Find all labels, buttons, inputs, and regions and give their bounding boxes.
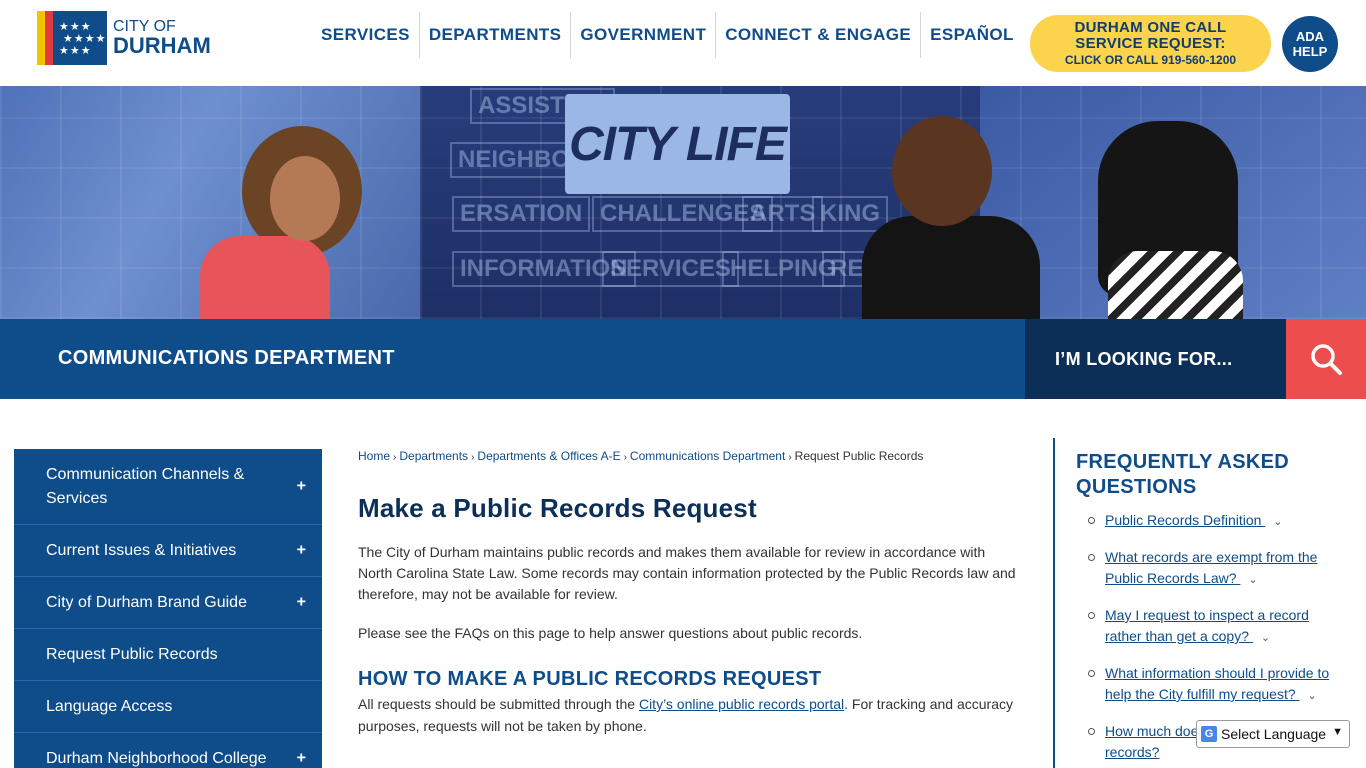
breadcrumb-current: Request Public Records (794, 449, 924, 463)
how-to-heading: HOW TO MAKE A PUBLIC RECORDS REQUEST (358, 668, 822, 690)
sidebar-item-label: Language Access (46, 697, 173, 715)
breadcrumb-departments[interactable]: Departments (399, 449, 468, 463)
nav-departments[interactable]: DEPARTMENTS (420, 12, 572, 58)
site-header: ★★★ ★★★★ ★★★ CITY OF DURHAM SERVICES DEP… (0, 0, 1366, 86)
person-guest1-body (862, 216, 1040, 319)
person-host-body (200, 236, 330, 319)
logo-wordmark: CITY OF DURHAM (113, 19, 211, 57)
nav-connect-engage[interactable]: CONNECT & ENGAGE (716, 12, 922, 58)
onecall-line1: DURHAM ONE CALL (1074, 18, 1227, 36)
department-title: COMMUNICATIONS DEPARTMENT (58, 347, 395, 369)
faq-link-information[interactable]: What information should I provide to hel… (1105, 665, 1329, 702)
how-to-paragraph: All requests should be submitted through… (358, 693, 1018, 737)
logo-line2: DURHAM (113, 33, 211, 58)
faq-item: What information should I provide to hel… (1076, 663, 1346, 707)
search-button[interactable] (1286, 319, 1366, 399)
breadcrumb: Home › Departments › Departments & Offices A… (358, 449, 1018, 463)
stars-icon: ★★★ ★★★★ ★★★ (59, 21, 107, 57)
ada-line2: HELP (1292, 44, 1328, 59)
faq-item: What records are exempt from the Public … (1076, 547, 1346, 591)
dropdown-arrow-icon: ▼ (1332, 726, 1343, 738)
faq-link-inspect[interactable]: May I request to inspect a record rather… (1105, 607, 1309, 644)
search-input[interactable]: I’M LOOKING FOR... (1025, 319, 1286, 399)
faq-item: Public Records Definition ⌄ (1076, 510, 1346, 533)
expand-plus-icon[interactable]: + (297, 749, 306, 767)
expand-plus-icon[interactable]: + (297, 474, 306, 498)
sidebar-item-neighborhood-college[interactable]: Durham Neighborhood College + (14, 733, 322, 768)
sidebar-item-label: Communication Channels & Services (46, 465, 245, 507)
ada-help-button[interactable]: ADA HELP (1282, 16, 1338, 72)
person-guest2-shirt (1108, 251, 1243, 319)
breadcrumb-separator: › (788, 452, 792, 463)
faq-link-definition[interactable]: Public Records Definition (1105, 512, 1265, 528)
sidebar-item-label: Request Public Records (46, 645, 218, 663)
sidebar-item-label: City of Durham Brand Guide (46, 593, 247, 611)
breadcrumb-separator: › (623, 452, 627, 463)
chevron-down-icon[interactable]: ⌄ (1308, 686, 1317, 707)
faq-heading: FREQUENTLY ASKED QUESTIONS (1076, 451, 1289, 498)
public-records-portal-link[interactable]: City’s online public records portal (639, 696, 844, 712)
chevron-down-icon[interactable]: ⌄ (1248, 570, 1257, 591)
faq-note-paragraph: Please see the FAQs on this page to help… (358, 625, 863, 641)
sidebar-item-current-issues[interactable]: Current Issues & Initiatives + (14, 525, 322, 577)
chevron-down-icon[interactable]: ⌄ (1261, 628, 1270, 649)
banner-tile: ERSATION (452, 196, 591, 232)
ada-line1: ADA (1295, 29, 1325, 44)
select-language-dropdown[interactable]: G Select Language ▼ (1196, 720, 1350, 748)
select-language-label: Select Language (1221, 726, 1327, 742)
search-icon (1311, 344, 1342, 375)
onecall-line3: CLICK OR CALL 919-560-1200 (1064, 52, 1237, 67)
sidebar-item-brand-guide[interactable]: City of Durham Brand Guide + (14, 577, 322, 629)
durham-flag-icon: ★★★ ★★★★ ★★★ (37, 11, 107, 65)
sidebar-item-language-access[interactable]: Language Access (14, 681, 322, 733)
main-nav: SERVICES DEPARTMENTS GOVERNMENT CONNECT … (312, 12, 1023, 58)
nav-government[interactable]: GOVERNMENT (571, 12, 717, 58)
person-host-face (270, 156, 340, 241)
city-life-text: CITY LIFE (569, 117, 787, 171)
durham-one-call-button[interactable]: DURHAM ONE CALL SERVICE REQUEST: CLICK O… (1030, 15, 1271, 72)
faq-item: May I request to inspect a record rather… (1076, 605, 1346, 649)
department-title-bar: COMMUNICATIONS DEPARTMENT (0, 319, 1025, 399)
sidebar-item-request-public-records[interactable]: Request Public Records (14, 629, 322, 681)
nav-services[interactable]: SERVICES (312, 12, 420, 58)
google-translate-icon: G (1201, 726, 1217, 742)
breadcrumb-departments-a-e[interactable]: Departments & Offices A-E (477, 449, 620, 463)
city-logo[interactable]: ★★★ ★★★★ ★★★ CITY OF DURHAM (37, 10, 217, 66)
page-title: Make a Public Records Request (358, 493, 757, 523)
content-divider (1053, 438, 1055, 768)
sidebar-item-label: Current Issues & Initiatives (46, 541, 237, 559)
main-content: Home › Departments › Departments & Offices A… (358, 449, 1018, 737)
person-guest1-face (892, 116, 992, 226)
chevron-down-icon[interactable]: ⌄ (1273, 512, 1282, 533)
faq-link-exempt[interactable]: What records are exempt from the Public … (1105, 549, 1317, 586)
intro-paragraph: The City of Durham maintains public reco… (358, 544, 1016, 602)
sidebar-nav: Communication Channels & Services + Curr… (14, 449, 322, 768)
banner-tile: KING (812, 196, 888, 232)
sidebar-item-communication-channels[interactable]: Communication Channels & Services + (14, 449, 322, 525)
breadcrumb-home[interactable]: Home (358, 449, 390, 463)
expand-plus-icon[interactable]: + (297, 593, 306, 611)
breadcrumb-separator: › (393, 452, 397, 463)
nav-espanol[interactable]: ESPAÑOL (921, 12, 1023, 58)
sidebar-item-label: Durham Neighborhood College (46, 749, 267, 767)
city-life-bubble: CITY LIFE (565, 94, 790, 194)
onecall-line2: SERVICE REQUEST: (1075, 34, 1226, 52)
hero-banner-image: ASSISTING NEIGHBORH ERSATION CHALLENGES … (0, 86, 1366, 319)
breadcrumb-communications[interactable]: Communications Department (630, 449, 785, 463)
breadcrumb-separator: › (471, 452, 475, 463)
expand-plus-icon[interactable]: + (297, 541, 306, 559)
how-to-text-before: All requests should be submitted through… (358, 696, 639, 712)
banner-tile: SERVICES (602, 251, 739, 287)
